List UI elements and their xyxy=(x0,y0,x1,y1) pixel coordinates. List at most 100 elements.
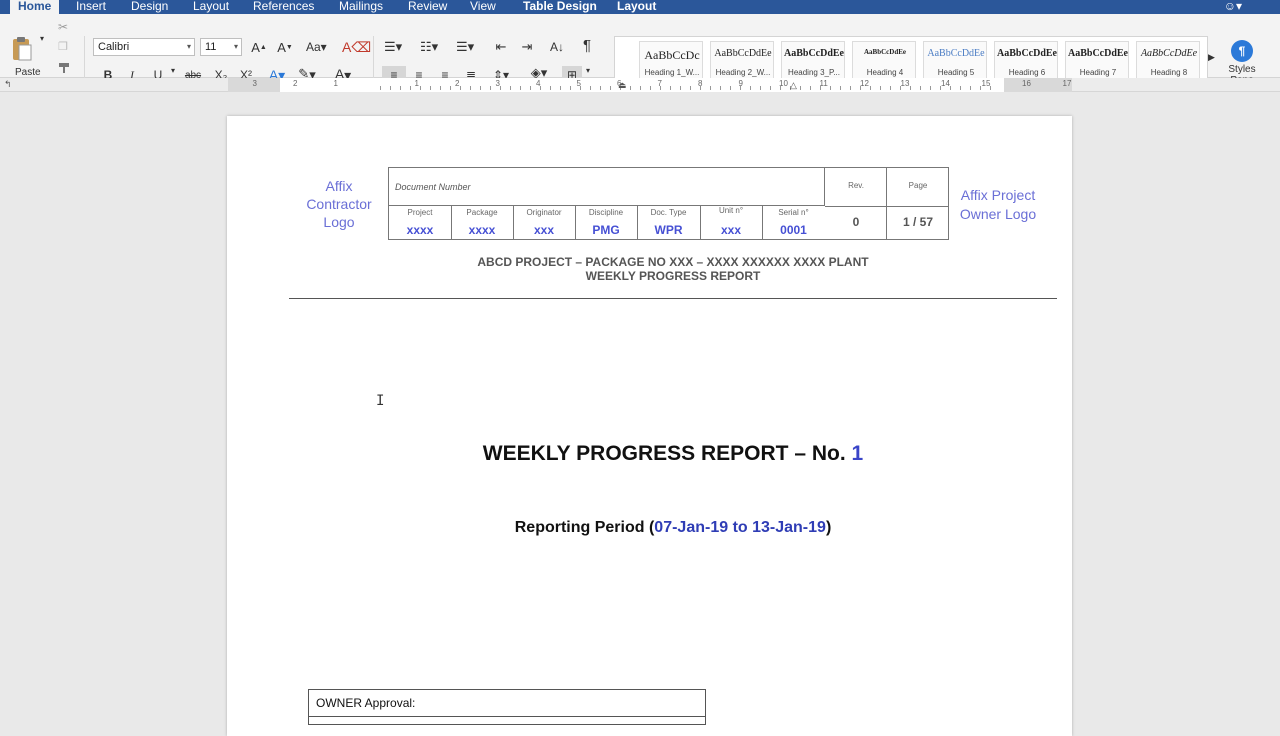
period-suffix: ) xyxy=(825,519,832,536)
paste-icon[interactable] xyxy=(12,36,32,62)
tab-mailings[interactable]: Mailings xyxy=(339,0,383,14)
style-heading-6[interactable]: AaBbCcDdEe Heading 6 xyxy=(994,41,1058,81)
multilevel-list-icon[interactable]: ☰▾ xyxy=(456,38,474,56)
style-heading-1[interactable]: AaBbCcDc Heading 1_W... xyxy=(639,41,703,81)
style-heading-4[interactable]: AaBbCcDdEe Heading 4 xyxy=(852,41,916,81)
grow-font-icon[interactable]: A ▲ xyxy=(250,38,268,56)
style-sample: AaBbCcDdEe xyxy=(714,48,772,59)
tab-selector-icon[interactable]: ↰ xyxy=(4,79,12,90)
bullets-icon[interactable]: ☰▾ xyxy=(384,38,402,56)
ruler-tick xyxy=(510,86,511,90)
ruler-tick xyxy=(900,86,901,90)
discipline-value: PMG xyxy=(592,223,620,237)
show-formatting-button[interactable]: ¶ xyxy=(578,36,596,54)
ruler-tick xyxy=(750,86,751,90)
project-title: ABCD PROJECT – PACKAGE NO XXX – XXXX XXX… xyxy=(388,255,958,283)
ruler-tick xyxy=(380,86,381,90)
tab-home[interactable]: Home xyxy=(10,0,60,14)
tab-design[interactable]: Design xyxy=(131,0,168,14)
style-heading-8[interactable]: AaBbCcDdEe Heading 8 xyxy=(1136,41,1200,81)
ruler-tick xyxy=(860,86,861,90)
unit-label: Unit n° xyxy=(718,206,744,215)
ruler-tick xyxy=(950,86,951,90)
ruler-tick xyxy=(530,86,531,90)
ruler-tick xyxy=(640,86,641,90)
horizontal-ruler[interactable]: ↰ 3 2 1 1 2 3 4 5 6 7 8 9 10 11 12 13 14 15 16 17 ⏏ △ xyxy=(0,78,1280,92)
styles-gallery: AaBbCcDc Heading 1_W... AaBbCcDdEe Headi… xyxy=(614,36,1208,84)
ruler-tick xyxy=(590,86,591,90)
period-dates: 07-Jan-19 to 13-Jan-19 xyxy=(654,519,826,536)
ruler-tick xyxy=(670,86,671,90)
ruler-tick xyxy=(410,86,411,90)
borders-dropdown-icon[interactable]: ▾ xyxy=(586,66,590,75)
discipline-label: Discipline xyxy=(588,208,624,217)
indent-marker-icon[interactable]: ⏏ xyxy=(618,80,627,91)
style-name: Heading 7 xyxy=(1079,68,1117,77)
document-number-table[interactable]: Document Number Rev. 0 Page 1 / 57 Proje… xyxy=(388,167,949,240)
tab-view[interactable]: View xyxy=(470,0,496,14)
numbering-icon[interactable]: ☷▾ xyxy=(420,38,438,56)
font-size-value: 11 xyxy=(205,41,217,53)
style-sample: AaBbCcDdEe xyxy=(1067,48,1128,59)
ruler-tick xyxy=(460,86,461,90)
chevron-down-icon: ▾ xyxy=(186,42,191,51)
serial-label: Serial n° xyxy=(778,208,809,217)
reporting-period: Reporting Period (07-Jan-19 to 13-Jan-19… xyxy=(300,519,1046,537)
ruler-number: 17 xyxy=(1062,79,1072,88)
ruler-tick xyxy=(490,86,491,90)
shrink-font-icon[interactable]: A ▼ xyxy=(276,38,294,56)
ruler-tick xyxy=(550,86,551,90)
cut-icon[interactable]: ✂ xyxy=(58,20,68,34)
ruler-tick xyxy=(780,86,781,90)
originator-value: xxx xyxy=(533,223,555,237)
ribbon-tab-bar: Home Insert Design Layout References Mai… xyxy=(0,0,1280,14)
sort-icon[interactable]: A↓ xyxy=(548,38,566,56)
font-name-select[interactable]: Calibri ▾ xyxy=(93,38,195,56)
ruler-tick xyxy=(920,86,921,90)
ruler-tick xyxy=(940,86,941,90)
format-painter-icon[interactable] xyxy=(58,62,72,74)
ruler-tick xyxy=(450,86,451,90)
rev-value: 0 xyxy=(852,215,860,229)
clear-formatting-icon[interactable]: A⌫ xyxy=(342,38,371,56)
right-indent-marker-icon[interactable]: △ xyxy=(790,80,797,91)
unit-value: xxx xyxy=(720,223,742,237)
change-case-icon[interactable]: Aa▾ xyxy=(306,38,327,56)
report-title-text: WEEKLY PROGRESS REPORT – No. xyxy=(482,442,852,465)
copy-icon[interactable]: ❐ xyxy=(58,40,68,53)
tab-table-layout[interactable]: Layout xyxy=(617,0,656,14)
ruler-tick xyxy=(820,86,821,90)
increase-indent-icon[interactable]: ⇥ xyxy=(518,38,536,56)
tab-review[interactable]: Review xyxy=(408,0,447,14)
style-heading-2[interactable]: AaBbCcDdEe Heading 2_W... xyxy=(710,41,774,81)
ruler-tick xyxy=(910,86,911,90)
ruler-tick xyxy=(430,86,431,90)
ribbon: ▾ Paste ✂ ❐ Calibri ▾ 11 ▾ A ▲ A ▼ Aa▾ A⌫ … xyxy=(0,14,1280,86)
style-heading-7[interactable]: AaBbCcDdEe Heading 7 xyxy=(1065,41,1129,81)
styles-gallery-next-icon[interactable]: ▶ xyxy=(1208,52,1215,63)
ruler-tick xyxy=(850,86,851,90)
ruler-tick xyxy=(980,86,981,90)
font-size-select[interactable]: 11 ▾ xyxy=(200,38,242,56)
header-divider xyxy=(289,298,1057,299)
tab-layout[interactable]: Layout xyxy=(193,0,229,14)
style-heading-5[interactable]: AaBbCcDdEe Heading 5 xyxy=(923,41,987,81)
ruler-number: 13 xyxy=(900,79,910,88)
underline-dropdown-icon[interactable]: ▾ xyxy=(171,66,175,75)
ruler-tick xyxy=(400,86,401,90)
decrease-indent-icon[interactable]: ⇤ xyxy=(492,38,510,56)
style-sample: AaBbCcDdEe xyxy=(1140,48,1198,59)
smiley-feedback-icon[interactable]: ☺▾ xyxy=(1224,0,1242,12)
paste-dropdown-icon[interactable]: ▾ xyxy=(40,34,44,43)
font-name-value: Calibri xyxy=(98,41,130,53)
style-heading-3[interactable]: AaBbCcDdEe Heading 3_P... xyxy=(781,41,845,81)
tab-references[interactable]: References xyxy=(253,0,314,14)
tab-table-design[interactable]: Table Design xyxy=(523,0,597,14)
ruler-tick xyxy=(730,86,731,90)
ruler-tick xyxy=(880,86,881,90)
ruler-tick xyxy=(470,86,471,90)
doc-type-label: Doc. Type xyxy=(650,208,687,217)
package-value: xxxx xyxy=(468,223,496,237)
tab-insert[interactable]: Insert xyxy=(76,0,106,14)
ruler-number: 14 xyxy=(941,79,950,88)
